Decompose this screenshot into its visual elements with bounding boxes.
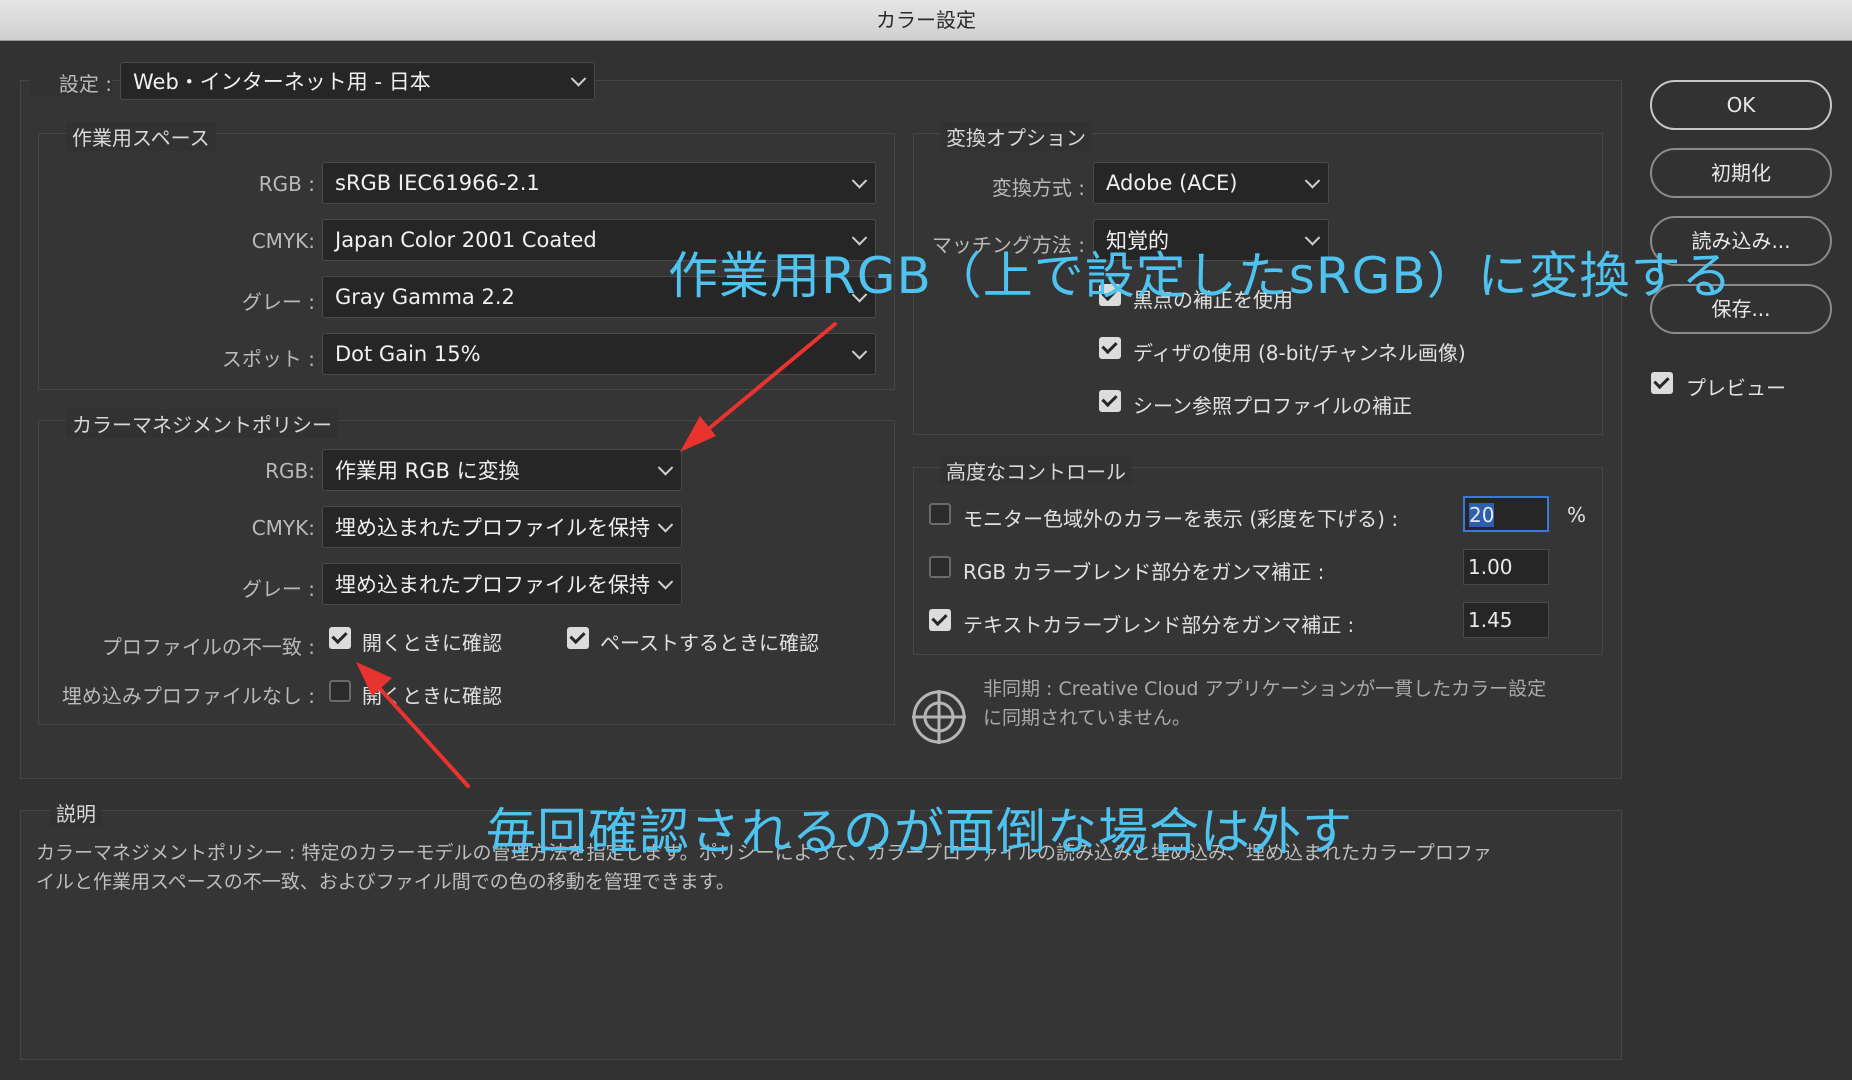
ws-gray-value: Gray Gamma 2.2: [335, 285, 515, 309]
text-blend-checkbox[interactable]: [929, 609, 951, 631]
preview-label[interactable]: プレビュー: [1686, 372, 1786, 401]
ws-gray-label: グレー :: [241, 290, 315, 314]
mismatch-label: プロファイルの不一致 :: [101, 635, 315, 659]
desaturate-input[interactable]: 20: [1463, 496, 1549, 532]
preview-checkbox[interactable]: [1651, 372, 1673, 394]
chevron-down-icon: [851, 173, 868, 189]
advanced-title: 高度なコントロール: [940, 456, 1132, 485]
chevron-down-icon: [657, 460, 674, 476]
missing-open-label[interactable]: 開くときに確認: [362, 680, 502, 709]
desaturate-label[interactable]: モニター色域外のカラーを表示 (彩度を下げる) :: [963, 503, 1398, 532]
percent-label: %: [1567, 503, 1587, 527]
pol-cmyk-label: CMYK:: [251, 516, 315, 540]
ws-spot-label: スポット :: [221, 347, 315, 371]
pol-gray-dropdown[interactable]: 埋め込まれたプロファイルを保持: [322, 563, 682, 605]
sync-status-icon: [912, 690, 966, 744]
chevron-down-icon: [657, 517, 674, 533]
mismatch-paste-label[interactable]: ペーストするときに確認: [600, 627, 819, 656]
rgb-blend-label[interactable]: RGB カラーブレンド部分をガンマ補正 :: [963, 556, 1324, 585]
ws-cmyk-value: Japan Color 2001 Coated: [335, 228, 597, 252]
description-line2: イルと作業用スペースの不一致、およびファイル間での色の移動を管理できます。: [36, 871, 735, 893]
engine-value: Adobe (ACE): [1106, 171, 1238, 195]
mismatch-paste-checkbox[interactable]: [567, 627, 589, 649]
working-spaces-title: 作業用スペース: [66, 122, 216, 151]
reset-button[interactable]: 初期化: [1650, 148, 1832, 198]
engine-dropdown[interactable]: Adobe (ACE): [1093, 162, 1329, 204]
policies-title: カラーマネジメントポリシー: [66, 409, 338, 438]
text-blend-input[interactable]: 1.45: [1463, 602, 1549, 638]
ok-button[interactable]: OK: [1650, 80, 1832, 130]
dither-checkbox[interactable]: [1099, 337, 1121, 359]
rgb-blend-input[interactable]: 1.00: [1463, 549, 1549, 585]
pol-gray-label: グレー :: [241, 577, 315, 601]
ws-spot-value: Dot Gain 15%: [335, 342, 481, 366]
dither-label[interactable]: ディザの使用 (8-bit/チャンネル画像): [1133, 337, 1466, 366]
pol-gray-value: 埋め込まれたプロファイルを保持: [335, 573, 650, 597]
chevron-down-icon: [1304, 173, 1321, 189]
conversion-title: 変換オプション: [940, 122, 1092, 151]
missing-label: 埋め込みプロファイルなし :: [61, 684, 315, 708]
description-title: 説明: [50, 798, 102, 827]
ws-rgb-value: sRGB IEC61966-2.1: [335, 171, 540, 195]
window-title: カラー設定: [0, 0, 1852, 41]
scene-checkbox[interactable]: [1099, 390, 1121, 412]
settings-value: Web・インターネット用 - 日本: [133, 70, 431, 94]
text-blend-label[interactable]: テキストカラーブレンド部分をガンマ補正 :: [963, 609, 1354, 638]
ws-rgb-dropdown[interactable]: sRGB IEC61966-2.1: [322, 162, 876, 204]
pol-rgb-label: RGB:: [265, 459, 315, 483]
annotation-text-top: 作業用RGB（上で設定したsRGB）に変換する: [668, 247, 1733, 305]
ws-rgb-label: RGB :: [258, 172, 315, 196]
ws-spot-dropdown[interactable]: Dot Gain 15%: [322, 333, 876, 375]
pol-cmyk-value: 埋め込まれたプロファイルを保持: [335, 516, 650, 540]
sync-status-line2: に同期されていません。: [983, 707, 1191, 729]
mismatch-open-checkbox[interactable]: [329, 627, 351, 649]
engine-label: 変換方式 :: [991, 176, 1085, 200]
missing-open-checkbox[interactable]: [329, 680, 351, 702]
desaturate-value: 20: [1469, 503, 1495, 527]
chevron-down-icon: [570, 71, 587, 87]
pol-rgb-value: 作業用 RGB に変換: [335, 459, 520, 483]
pol-cmyk-dropdown[interactable]: 埋め込まれたプロファイルを保持: [322, 506, 682, 548]
ws-cmyk-label: CMYK:: [251, 229, 315, 253]
mismatch-open-label[interactable]: 開くときに確認: [362, 627, 502, 656]
sync-status-line1: 非同期 : Creative Cloud アプリケーションが一貫したカラー設定: [983, 678, 1547, 700]
pol-rgb-dropdown[interactable]: 作業用 RGB に変換: [322, 449, 682, 491]
chevron-down-icon: [851, 344, 868, 360]
rgb-blend-checkbox[interactable]: [929, 556, 951, 578]
chevron-down-icon: [657, 574, 674, 590]
settings-dropdown[interactable]: Web・インターネット用 - 日本: [120, 62, 595, 100]
scene-label[interactable]: シーン参照プロファイルの補正: [1133, 390, 1412, 419]
desaturate-checkbox[interactable]: [929, 503, 951, 525]
annotation-text-bottom: 毎回確認されるのが面倒な場合は外す: [486, 803, 1353, 861]
settings-label: 設定 :: [30, 68, 112, 97]
